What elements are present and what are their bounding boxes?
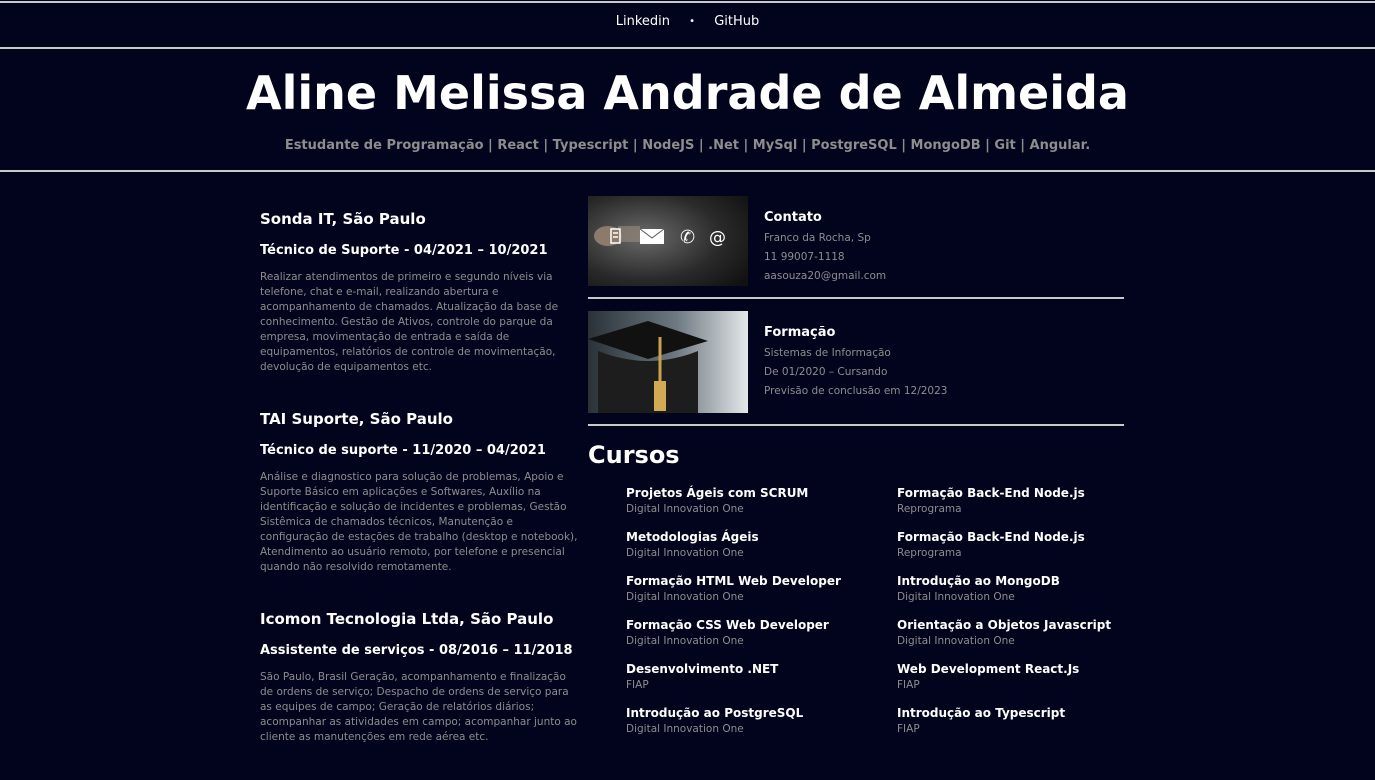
graduation-image	[588, 311, 748, 413]
course-institution: Reprograma	[897, 503, 962, 515]
experience-role: Assistente de serviços - 08/2016 – 11/20…	[260, 643, 573, 658]
contact-title: Contato	[764, 210, 822, 225]
course-name: Desenvolvimento .NET	[626, 662, 779, 676]
section-divider	[588, 424, 1124, 426]
experience-item: Sonda IT, São Paulo Técnico de Suporte -…	[260, 210, 582, 375]
experience-company: Icomon Tecnologia Ltda, São Paulo	[260, 610, 554, 628]
education-completion: Previsão de conclusão em 12/2023	[764, 385, 948, 397]
course-institution: Reprograma	[897, 547, 962, 559]
course-name: Formação HTML Web Developer	[626, 574, 841, 588]
course-item: Introdução ao Typescript FIAP	[897, 705, 1167, 737]
education-card: Formação Sistemas de Informação De 01/20…	[588, 311, 1124, 413]
contact-location: Franco da Rocha, Sp	[764, 232, 871, 244]
phone-icon: ✆	[680, 227, 695, 248]
experience-company: Sonda IT, São Paulo	[260, 210, 426, 228]
course-institution: Digital Innovation One	[626, 503, 744, 515]
experience-description: Análise e diagnostico para solução de pr…	[260, 471, 578, 573]
courses-title: Cursos	[588, 441, 680, 469]
course-name: Introdução ao PostgreSQL	[626, 706, 804, 720]
github-link[interactable]: GitHub	[714, 14, 759, 29]
experience-company: TAI Suporte, São Paulo	[260, 410, 453, 428]
contact-card: ✆ @ Contato Franco da Rocha, Sp 11 99007…	[588, 196, 1124, 286]
course-item: Introdução ao MongoDB Digital Innovation…	[897, 573, 1167, 605]
course-name: Formação CSS Web Developer	[626, 618, 829, 632]
experience-role: Técnico de Suporte - 04/2021 – 10/2021	[260, 243, 548, 258]
course-institution: Digital Innovation One	[626, 591, 744, 603]
course-item: Formação Back-End Node.js Reprograma	[897, 529, 1167, 561]
course-name: Orientação a Objetos Javascript	[897, 618, 1112, 632]
course-item: Projetos Ágeis com SCRUM Digital Innovat…	[626, 485, 896, 517]
course-item: Introdução ao PostgreSQL Digital Innovat…	[626, 705, 896, 737]
experience-description: Realizar atendimentos de primeiro e segu…	[260, 271, 559, 373]
course-item: Formação CSS Web Developer Digital Innov…	[626, 617, 896, 649]
course-item: Web Development React.Js FIAP	[897, 661, 1167, 693]
course-institution: Digital Innovation One	[626, 723, 744, 735]
linkedin-link[interactable]: Linkedin	[616, 14, 670, 29]
course-institution: FIAP	[897, 723, 920, 735]
contact-email[interactable]: aasouza20@gmail.com	[764, 267, 886, 286]
education-title: Formação	[764, 325, 836, 340]
course-institution: FIAP	[626, 679, 649, 691]
at-icon: @	[709, 228, 726, 248]
course-name: Web Development React.Js	[897, 662, 1080, 676]
course-name: Projetos Ágeis com SCRUM	[626, 486, 809, 500]
envelope-icon	[639, 228, 665, 244]
experience-item: TAI Suporte, São Paulo Técnico de suport…	[260, 410, 582, 575]
section-divider	[588, 297, 1124, 299]
course-item: Desenvolvimento .NET FIAP	[626, 661, 896, 693]
nav-divider	[0, 47, 1375, 49]
page-subtitle: Estudante de Programação | React | Types…	[284, 138, 1091, 153]
course-institution: Digital Innovation One	[626, 635, 744, 647]
course-institution: Digital Innovation One	[897, 591, 1015, 603]
education-course: Sistemas de Informação	[764, 347, 891, 359]
course-institution: Digital Innovation One	[897, 635, 1015, 647]
course-name: Formação Back-End Node.js	[897, 530, 1085, 544]
course-name: Formação Back-End Node.js	[897, 486, 1085, 500]
course-item: Formação Back-End Node.js Reprograma	[897, 485, 1167, 517]
course-name: Introdução ao MongoDB	[897, 574, 1060, 588]
course-institution: FIAP	[897, 679, 920, 691]
course-name: Introdução ao Typescript	[897, 706, 1066, 720]
experience-description: São Paulo, Brasil Geração, acompanhament…	[260, 671, 577, 743]
header-divider	[0, 170, 1375, 172]
course-name: Metodologias Ágeis	[626, 530, 759, 544]
course-item: Orientação a Objetos Javascript Digital …	[897, 617, 1167, 649]
top-nav: Linkedin • GitHub	[0, 14, 1375, 29]
experience-item: Icomon Tecnologia Ltda, São Paulo Assist…	[260, 610, 582, 745]
nav-separator: •	[689, 16, 696, 27]
contact-image: ✆ @	[588, 196, 748, 286]
experience-role: Técnico de suporte - 11/2020 – 04/2021	[260, 443, 546, 458]
course-item: Metodologias Ágeis Digital Innovation On…	[626, 529, 896, 561]
education-period: De 01/2020 – Cursando	[764, 366, 888, 378]
top-border	[0, 1, 1375, 3]
course-institution: Digital Innovation One	[626, 547, 744, 559]
contact-phone: 11 99007-1118	[764, 251, 845, 263]
page-title: Aline Melissa Andrade de Almeida	[246, 66, 1129, 120]
course-item: Formação HTML Web Developer Digital Inno…	[626, 573, 896, 605]
